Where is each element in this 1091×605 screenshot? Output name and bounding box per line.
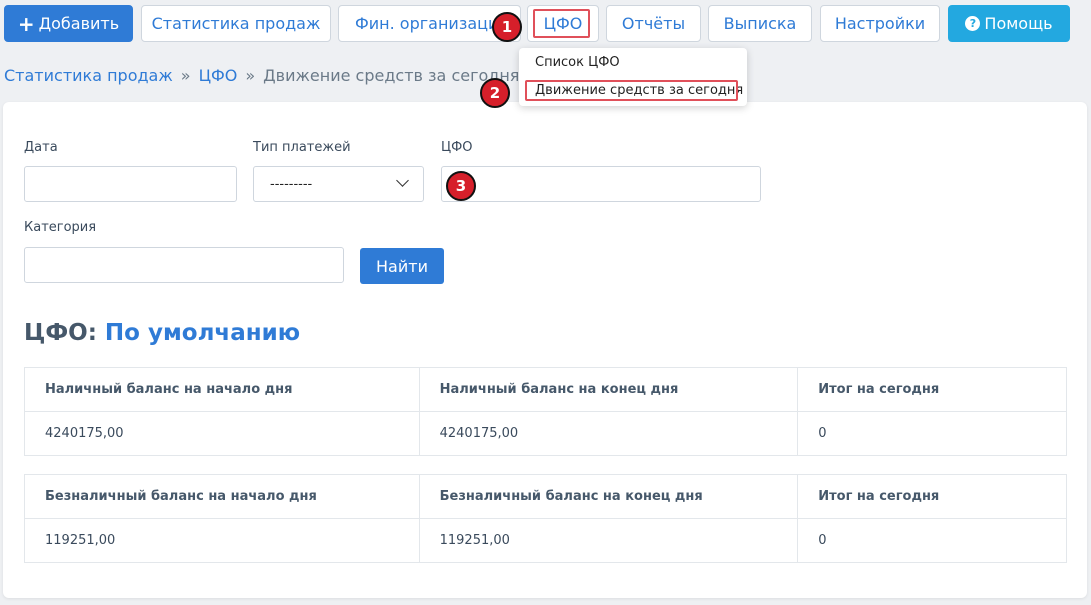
cfo-highlight-box xyxy=(533,9,590,38)
table-cell: 0 xyxy=(797,518,1067,563)
settings-label: Настройки xyxy=(834,14,926,33)
breadcrumb: Статистика продаж » ЦФО » Движение средств з… xyxy=(4,66,519,85)
top-toolbar: + Добавить Статистика продаж Фин. органи… xyxy=(0,0,1091,48)
table-cell: 4240175,00 xyxy=(24,411,420,456)
sales-stats-label: Статистика продаж xyxy=(151,14,321,33)
payment-type-value: --------- xyxy=(270,177,313,192)
cfo-heading: ЦФО: По умолчанию xyxy=(24,320,300,346)
table-row: 4240175,00 4240175,00 0 xyxy=(24,411,1067,456)
table-row: 119251,00 119251,00 0 xyxy=(24,518,1067,563)
table-header-cell: Безналичный баланс на конец дня xyxy=(418,474,799,519)
table-cell: 119251,00 xyxy=(418,518,799,563)
noncash-balance-table: Безналичный баланс на начало дня Безнали… xyxy=(24,474,1067,563)
category-label: Категория xyxy=(24,220,97,235)
fin-orgs-label: Фин. организации xyxy=(355,14,509,33)
cfo-heading-prefix: ЦФО: xyxy=(24,320,97,346)
add-button-label: Добавить xyxy=(38,14,120,33)
table-header-cell: Наличный баланс на конец дня xyxy=(418,367,799,412)
step-badge-3: 3 xyxy=(446,171,476,201)
cfo-heading-value[interactable]: По умолчанию xyxy=(105,320,300,346)
question-icon: ? xyxy=(965,16,981,31)
breadcrumb-separator: » xyxy=(245,66,256,85)
menu-item-cfo-list[interactable]: Список ЦФО xyxy=(535,55,620,70)
menu-item-highlight-box xyxy=(525,80,738,101)
breadcrumb-sales-stats[interactable]: Статистика продаж xyxy=(4,66,173,85)
find-button[interactable]: Найти xyxy=(360,248,444,284)
payment-type-label: Тип платежей xyxy=(253,140,351,155)
table-header-cell: Итог на сегодня xyxy=(797,474,1067,519)
add-button[interactable]: + Добавить xyxy=(4,5,133,42)
statement-label: Выписка xyxy=(723,14,797,33)
breadcrumb-cfo[interactable]: ЦФО xyxy=(199,66,238,85)
step-badge-2: 2 xyxy=(480,78,510,108)
date-field[interactable] xyxy=(24,166,237,202)
help-label: Помощь xyxy=(984,14,1053,33)
date-label: Дата xyxy=(24,140,58,155)
breadcrumb-separator: » xyxy=(180,66,191,85)
help-button[interactable]: ? Помощь xyxy=(948,5,1070,42)
table-cell: 119251,00 xyxy=(24,518,420,563)
table-header-row: Безналичный баланс на начало дня Безнали… xyxy=(24,474,1067,519)
chevron-down-icon xyxy=(396,174,409,187)
table-header-cell: Безналичный баланс на начало дня xyxy=(24,474,420,519)
table-header-row: Наличный баланс на начало дня Наличный б… xyxy=(24,367,1067,412)
cfo-dropdown-menu: Список ЦФО Движение средств за сегодня xyxy=(519,48,747,106)
reports-button[interactable]: Отчёты xyxy=(606,5,701,42)
reports-label: Отчёты xyxy=(621,14,686,33)
cash-balance-table: Наличный баланс на начало дня Наличный б… xyxy=(24,367,1067,456)
sales-stats-button[interactable]: Статистика продаж xyxy=(141,5,331,42)
table-cell: 0 xyxy=(797,411,1067,456)
category-field[interactable] xyxy=(24,247,344,283)
plus-icon: + xyxy=(17,11,35,36)
table-cell: 4240175,00 xyxy=(418,411,799,456)
cfo-field[interactable] xyxy=(441,166,761,202)
cfo-field-label: ЦФО xyxy=(441,140,473,155)
payment-type-select[interactable]: --------- xyxy=(253,166,424,202)
table-header-cell: Итог на сегодня xyxy=(797,367,1067,412)
settings-button[interactable]: Настройки xyxy=(820,5,940,42)
step-badge-1: 1 xyxy=(492,12,522,42)
statement-button[interactable]: Выписка xyxy=(708,5,812,42)
breadcrumb-current: Движение средств за сегодня xyxy=(263,66,520,85)
table-header-cell: Наличный баланс на начало дня xyxy=(24,367,420,412)
